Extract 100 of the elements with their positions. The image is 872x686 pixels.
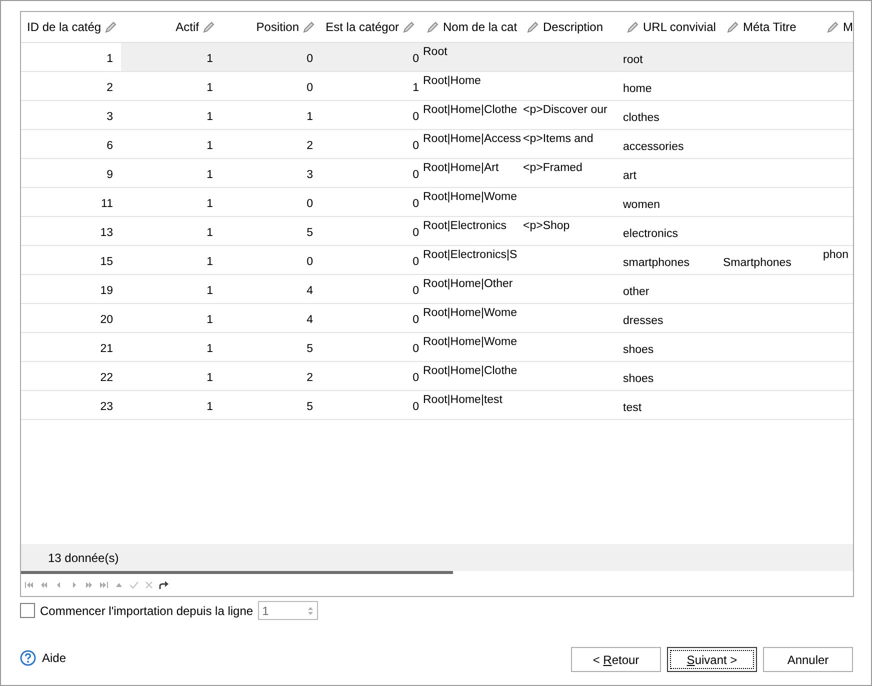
table-cell: electronics (623, 228, 678, 240)
pencil-icon (527, 21, 539, 33)
table-cell: 0 (412, 53, 419, 65)
table-cell: 1 (206, 82, 213, 94)
table-cell: 5 (306, 343, 313, 355)
table-cell: 1 (412, 82, 419, 94)
column-header[interactable]: Actif (176, 20, 199, 34)
table-row[interactable]: 6 1 2 0 Root|Home|Access <p>Items and accessories (21, 130, 853, 159)
table-row[interactable]: 22 1 2 0 Root|Home|Clothe shoes (21, 362, 853, 391)
pencil-icon (427, 21, 439, 33)
table-cell: accessories (623, 141, 684, 153)
table-cell: 3 (306, 169, 313, 181)
table-cell: women (623, 199, 660, 211)
column-header[interactable]: ID de la catég (27, 20, 102, 34)
column-header[interactable]: Position (256, 20, 299, 34)
table-cell: 3 (106, 111, 113, 123)
table-row[interactable]: 21 1 5 0 Root|Home|Wome shoes (21, 333, 853, 362)
table-row[interactable]: 23 1 5 0 Root|Home|test test (21, 391, 853, 420)
table-row[interactable]: 3 1 1 0 Root|Home|Clothe <p>Discover our clothes (21, 101, 853, 130)
column-header[interactable]: M (843, 20, 853, 34)
table-cell: 0 (412, 372, 419, 384)
table-cell: Root|Home|Wome (423, 336, 517, 348)
table-cell: 2 (106, 82, 113, 94)
cancel-icon[interactable] (144, 580, 154, 590)
table-cell: 1 (206, 140, 213, 152)
dialog-button[interactable]: Suivant > (667, 647, 757, 672)
table-cell: 5 (306, 227, 313, 239)
table-cell: phon (823, 249, 849, 261)
table-cell: 2 (306, 372, 313, 384)
table-cell: 4 (306, 285, 313, 297)
column-header[interactable]: Nom de la cat (443, 20, 518, 34)
table-cell: Root (423, 46, 448, 58)
redo-icon[interactable] (159, 580, 169, 590)
table-row[interactable]: 15 1 0 0 Root|Electronics|S smartphones Smartphones phon (21, 246, 853, 275)
table-cell: 0 (412, 401, 419, 413)
table-cell: 0 (412, 111, 419, 123)
pencil-icon (827, 21, 839, 33)
table-cell: Root|Home|Wome (423, 191, 517, 203)
pencil-icon (727, 21, 739, 33)
table-row[interactable]: 9 1 3 0 Root|Home|Art <p>Framed art (21, 159, 853, 188)
previous-page-icon[interactable] (39, 580, 49, 590)
table-cell: 1 (206, 372, 213, 384)
help-icon[interactable] (20, 650, 36, 666)
scrollbar-thumb[interactable] (21, 571, 453, 574)
pencil-icon (627, 21, 639, 33)
pencil-icon (105, 21, 118, 33)
help-link[interactable]: Aide (42, 651, 66, 665)
table-cell: 6 (106, 140, 113, 152)
table-cell: 4 (306, 314, 313, 326)
table-cell: 0 (412, 343, 419, 355)
column-header[interactable]: Méta Titre (743, 20, 796, 34)
table-row[interactable]: 11 1 0 0 Root|Home|Wome women (21, 188, 853, 217)
check-icon[interactable] (129, 580, 139, 590)
table-row[interactable]: 2 1 0 1 Root|Home home (21, 72, 853, 101)
table-row[interactable]: 1 1 0 0 Root root (21, 43, 853, 72)
table-cell: 1 (306, 111, 313, 123)
pencil-icon (203, 21, 215, 33)
table-cell: other (623, 286, 650, 298)
table-cell: 0 (412, 314, 419, 326)
checkbox-label: Commencer l'importation depuis la ligne (40, 604, 254, 618)
table-cell: 0 (306, 53, 313, 65)
table-cell: Root|Home|test (423, 394, 502, 406)
first-icon[interactable] (24, 580, 34, 590)
table-cell: clothes (623, 112, 660, 124)
table-cell: Root|Home|Wome (423, 307, 517, 319)
table-cell: 0 (412, 227, 419, 239)
table-cell: 1 (206, 256, 213, 268)
table-cell: Smartphones (723, 257, 792, 269)
table-cell: dresses (623, 315, 664, 327)
column-header[interactable]: Est la catégor (326, 20, 399, 34)
table-cell: 0 (306, 256, 313, 268)
table-cell: <p>Discover our (523, 104, 608, 116)
table-cell: 1 (206, 111, 213, 123)
last-icon[interactable] (99, 580, 109, 590)
table-cell: 1 (106, 53, 113, 65)
table-cell: Root|Electronics (423, 220, 507, 232)
table-row[interactable]: 19 1 4 0 Root|Home|Other other (21, 275, 853, 304)
table-row[interactable]: 20 1 4 0 Root|Home|Wome dresses (21, 304, 853, 333)
table-cell: 0 (412, 169, 419, 181)
table-cell: Root|Home|Other (423, 278, 513, 290)
table-cell: smartphones (623, 257, 690, 269)
table-cell: 1 (206, 285, 213, 297)
table-cell: 15 (100, 256, 113, 268)
column-header[interactable]: URL convivial (643, 20, 716, 34)
table-cell: <p>Items and (523, 133, 594, 145)
table-row[interactable]: 13 1 5 0 Root|Electronics <p>Shop electronics (21, 217, 853, 246)
next-page-icon[interactable] (84, 580, 94, 590)
table-cell: 1 (206, 53, 213, 65)
column-header[interactable]: Description (543, 20, 604, 34)
table-cell: Root|Home|Art (423, 162, 499, 174)
dialog-button[interactable]: Annuler (763, 647, 853, 672)
table-cell: 20 (100, 314, 113, 326)
table-cell: Root|Home|Access (423, 133, 522, 145)
table-cell: 1 (206, 198, 213, 210)
table-cell: home (623, 83, 652, 95)
dialog-button[interactable]: < Retour (571, 647, 661, 672)
table-cell: 21 (100, 343, 113, 355)
table-cell: 13 (100, 227, 113, 239)
pencil-icon (403, 21, 415, 33)
table-cell: <p>Shop (523, 220, 570, 232)
